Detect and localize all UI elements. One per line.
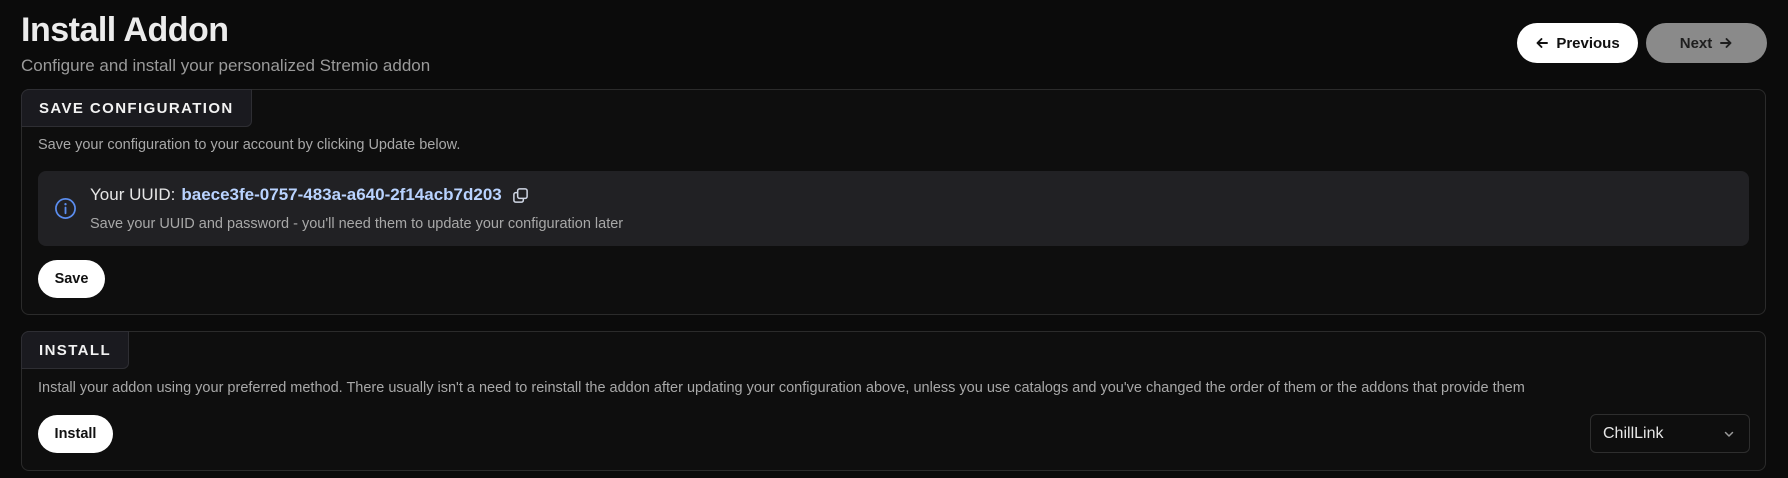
page-title: Install Addon [21, 11, 229, 49]
uuid-info-box: Your UUID: baece3fe-0757-483a-a640-2f14a… [38, 171, 1749, 246]
info-icon [55, 198, 76, 219]
next-button-label: Next [1679, 34, 1713, 52]
save-configuration-description: Save your configuration to your account … [38, 137, 461, 153]
install-description: Install your addon using your preferred … [38, 380, 1525, 396]
install-section: INSTALL Install your addon using your pr… [21, 331, 1766, 471]
arrow-right-icon [1720, 38, 1732, 48]
install-heading: INSTALL [21, 331, 130, 369]
install-addon-page: Install Addon Configure and install your… [0, 0, 1788, 478]
install-button[interactable]: Install [38, 415, 113, 453]
uuid-value: baece3fe-0757-483a-a640-2f14acb7d203 [181, 185, 502, 204]
uuid-prefix: Your UUID: [90, 185, 176, 204]
save-configuration-section: SAVE CONFIGURATION Save your configurati… [21, 89, 1766, 315]
chevron-down-icon [1724, 431, 1734, 437]
uuid-note: Save your UUID and password - you'll nee… [90, 216, 624, 232]
next-button[interactable]: Next [1646, 23, 1767, 63]
uuid-line: Your UUID: baece3fe-0757-483a-a640-2f14a… [90, 185, 529, 205]
install-method-value: ChillLink [1603, 424, 1664, 442]
save-button[interactable]: Save [38, 260, 105, 298]
previous-button[interactable]: Previous [1517, 23, 1638, 63]
arrow-left-icon [1536, 38, 1549, 48]
copy-icon[interactable] [512, 187, 529, 204]
save-configuration-heading: SAVE CONFIGURATION [21, 89, 252, 127]
previous-button-label: Previous [1556, 34, 1620, 52]
page-header: Install Addon Configure and install your… [21, 10, 430, 76]
install-method-select[interactable]: ChillLink [1590, 414, 1750, 453]
wizard-navigation: Previous Next [1517, 23, 1767, 63]
page-subtitle: Configure and install your personalized … [21, 56, 431, 75]
